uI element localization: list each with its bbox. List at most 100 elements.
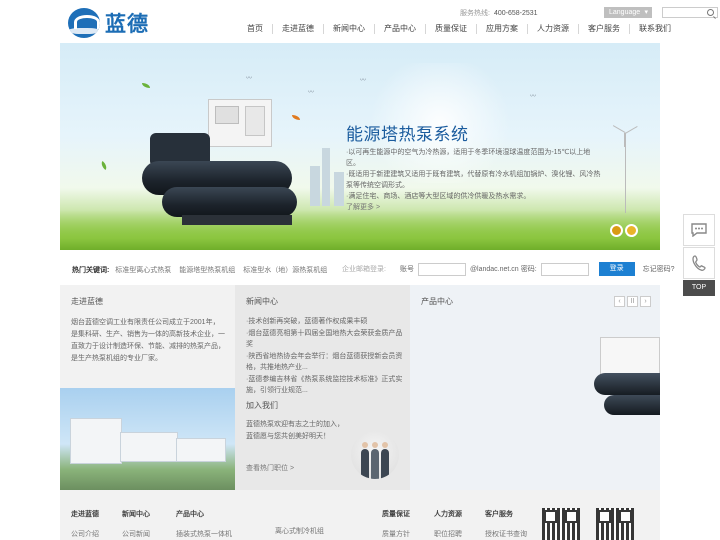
nav-item-home[interactable]: 首页 — [238, 24, 273, 34]
condenser-tank — [162, 187, 297, 217]
news-item[interactable]: ·烟台蓝德亮相第十四届全国地热大会荣获金质产品奖 — [246, 328, 404, 351]
login-button[interactable]: 登录 — [598, 262, 635, 276]
language-select[interactable]: Language ▾ — [604, 7, 652, 18]
about-title[interactable]: 走进蓝德 — [71, 296, 103, 307]
hot-jobs-link[interactable]: 查看热门职位 > — [246, 463, 294, 473]
building — [176, 438, 226, 462]
banner-line: ·既适用于新建建筑又适用于既有建筑，代替原有冷水机组加锅炉、溴化锂、风冷热 — [346, 171, 601, 178]
password-input[interactable] — [540, 262, 589, 276]
control-cabinet — [208, 99, 272, 147]
products-title[interactable]: 产品中心 — [421, 296, 453, 307]
footer-heading[interactable]: 客户服务 — [485, 509, 527, 519]
chat-bubble-icon[interactable] — [683, 214, 715, 246]
search-icon[interactable] — [707, 9, 714, 16]
carousel-pause-button[interactable]: II — [627, 296, 638, 307]
news-item[interactable]: ·技术创新再突破，蓝德著作权成果丰硕 — [246, 316, 404, 328]
product-image[interactable] — [590, 337, 660, 423]
leaf-icon — [99, 161, 109, 170]
join-title[interactable]: 加入我们 — [246, 400, 278, 411]
banner-line: ·以可再生能源中的空气为冷热源，适用于冬季环境湿球温度范围为-15℃以上地区。 — [346, 149, 591, 167]
team-photo — [351, 431, 399, 479]
footer-col-about: 走进蓝德 公司介绍 — [71, 509, 99, 539]
account-label: 账号 — [399, 266, 414, 273]
nav-item-service[interactable]: 客户服务 — [579, 24, 630, 34]
machine-base — [182, 215, 292, 225]
hotline: 服务热线: 400-658-2531 — [460, 8, 538, 18]
content-panels: 走进蓝德 烟台蓝德空调工业有限责任公司成立于2001年，是集科研、生产、销售为一… — [60, 285, 660, 490]
bird-icon: 〰 — [308, 90, 315, 96]
nav-item-about[interactable]: 走进蓝德 — [273, 24, 324, 34]
site-footer: 走进蓝德 公司介绍 新闻中心 公司新闻 产品中心 插装式热泵一体机 离心式制冷机… — [60, 490, 660, 540]
footer-link[interactable]: 职位招聘 — [434, 529, 462, 539]
main-nav: 首页 走进蓝德 新闻中心 产品中心 质量保证 应用方案 人力资源 客户服务 联系… — [238, 24, 680, 34]
nav-item-solutions[interactable]: 应用方案 — [477, 24, 528, 34]
forgot-password-link[interactable]: 忘记密码? — [643, 264, 675, 274]
building — [70, 418, 122, 464]
hot-keyword-link[interactable]: 能源塔型热泵机组 — [179, 267, 235, 274]
nav-item-quality[interactable]: 质量保证 — [426, 24, 477, 34]
news-list: ·技术创新再突破，蓝德著作权成果丰硕 ·烟台蓝德亮相第十四届全国地热大会荣获金质… — [246, 316, 404, 397]
carousel-next-button[interactable]: › — [640, 296, 651, 307]
company-building-photo — [60, 388, 235, 490]
nav-item-products[interactable]: 产品中心 — [375, 24, 426, 34]
footer-heading[interactable]: 走进蓝德 — [71, 509, 99, 519]
back-to-top-button[interactable]: TOP — [683, 280, 715, 296]
products-panel: 产品中心 ‹ II › — [410, 285, 660, 490]
hotline-number: 400-658-2531 — [493, 10, 538, 17]
footer-heading[interactable]: 质量保证 — [382, 509, 410, 519]
carousel-prev-button[interactable]: ‹ — [614, 296, 625, 307]
banner-more-link[interactable]: 了解更多 > — [346, 202, 380, 212]
nav-item-news[interactable]: 新闻中心 — [324, 24, 375, 34]
product-carousel-controls: ‹ II › — [614, 296, 651, 307]
hot-keyword-link[interactable]: 标准型水（地）源热泵机组 — [243, 267, 327, 274]
chevron-down-icon: ▾ — [644, 9, 648, 16]
banner-dot-1[interactable] — [610, 224, 623, 237]
hotwords-login-strip: 热门关键词: 标准型离心式热泵 能源塔型热泵机组 标准型水（地）源热泵机组 企业… — [60, 259, 675, 279]
news-panel: 新闻中心 ·技术创新再突破，蓝德著作权成果丰硕 ·烟台蓝德亮相第十四届全国地热大… — [235, 285, 410, 490]
footer-heading[interactable]: 新闻中心 — [122, 509, 150, 519]
building — [120, 432, 178, 462]
banner-title: 能源塔热泵系统 — [346, 125, 469, 145]
footer-heading[interactable]: 产品中心 — [176, 509, 232, 519]
footer-link[interactable]: 离心式制冷机组 — [275, 526, 324, 536]
bird-icon: 〰 — [360, 78, 367, 84]
join-text: 蓝德热泵欢迎有志之士的加入，蓝德愿与您共创美好明天！ — [246, 421, 344, 440]
banner-dot-2[interactable] — [625, 224, 638, 237]
phone-icon[interactable] — [683, 247, 715, 279]
nav-item-contact[interactable]: 联系我们 — [630, 24, 680, 34]
logo[interactable]: 蓝德 — [68, 8, 149, 38]
logo-text: 蓝德 — [105, 12, 149, 36]
mail-domain: @landac.net.cn — [469, 265, 519, 273]
news-title[interactable]: 新闻中心 — [246, 296, 278, 307]
site-header: 蓝德 服务热线: 400-658-2531 Language ▾ 首页 走进蓝德 … — [60, 0, 718, 42]
nav-item-hr[interactable]: 人力资源 — [528, 24, 579, 34]
mail-login-title: 企业邮箱登录: — [342, 266, 386, 273]
footer-col-news: 新闻中心 公司新闻 — [122, 509, 150, 539]
logo-mark-icon — [68, 8, 100, 38]
footer-link[interactable]: 公司新闻 — [122, 529, 150, 539]
news-item[interactable]: ·陕西省地热协会年会举行：烟台蓝德获授新会员资格，共推地热产业... — [246, 351, 404, 374]
city-building — [310, 166, 320, 206]
heat-pump-machine-image — [142, 99, 302, 229]
footer-link[interactable]: 授权证书查询 — [485, 529, 527, 539]
banner-pagination — [610, 224, 638, 237]
bird-icon: 〰 — [246, 76, 253, 82]
search-input[interactable] — [662, 7, 718, 18]
wechat-qr-code-icon — [542, 508, 580, 540]
news-item[interactable]: ·蓝德参编吉林省《热泵系统监控技术标准》正式实施，引领行业规范... — [246, 374, 404, 397]
footer-col-products: 产品中心 插装式热泵一体机 — [176, 509, 232, 539]
footer-link[interactable]: 插装式热泵一体机 — [176, 529, 232, 539]
hero-banner[interactable]: 〰 〰 〰 〰 能源塔热泵系统 ·以可再生能源中的空气为冷热源，适用于冬季环境湿… — [60, 43, 660, 250]
account-input[interactable] — [417, 262, 466, 276]
footer-col-products-2: 离心式制冷机组 — [275, 509, 324, 536]
hot-keyword-link[interactable]: 标准型离心式热泵 — [115, 267, 171, 274]
footer-link[interactable]: 公司介绍 — [71, 529, 99, 539]
password-label: 密码: — [520, 266, 537, 273]
about-panel: 走进蓝德 烟台蓝德空调工业有限责任公司成立于2001年，是集科研、生产、销售为一… — [60, 285, 235, 490]
mail-login-form: 企业邮箱登录: 账号 @landac.net.cn 密码: 登录 忘记密码? — [342, 262, 675, 276]
footer-heading[interactable]: 人力资源 — [434, 509, 462, 519]
footer-link[interactable]: 质量方针 — [382, 529, 410, 539]
footer-heading — [275, 509, 324, 516]
side-toolbar: TOP — [683, 214, 715, 296]
banner-description: ·以可再生能源中的空气为冷热源，适用于冬季环境湿球温度范围为-15℃以上地区。 … — [346, 147, 602, 202]
